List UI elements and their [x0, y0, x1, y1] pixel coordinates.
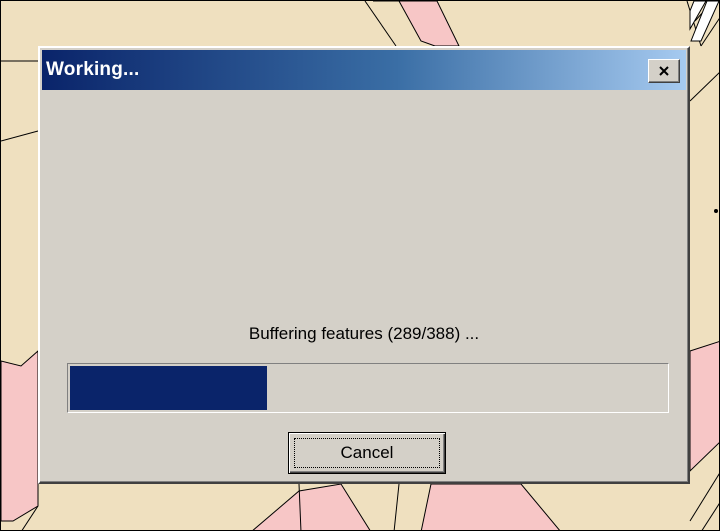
status-text: Buffering features (289/388) ...: [248, 324, 480, 343]
screen: Working... Buffering features (289/388) …: [0, 0, 720, 531]
cancel-button[interactable]: Cancel: [288, 432, 446, 474]
close-button[interactable]: [648, 59, 680, 83]
progress-bar: [67, 363, 669, 413]
working-dialog: Working... Buffering features (289/388) …: [38, 46, 690, 484]
close-icon: [659, 66, 669, 76]
title-bar[interactable]: Working...: [42, 50, 686, 90]
dialog-title: Working...: [46, 59, 140, 80]
parcel-left: [1, 349, 39, 522]
cancel-button-label: Cancel: [340, 443, 394, 462]
progress-fill: [70, 366, 267, 410]
